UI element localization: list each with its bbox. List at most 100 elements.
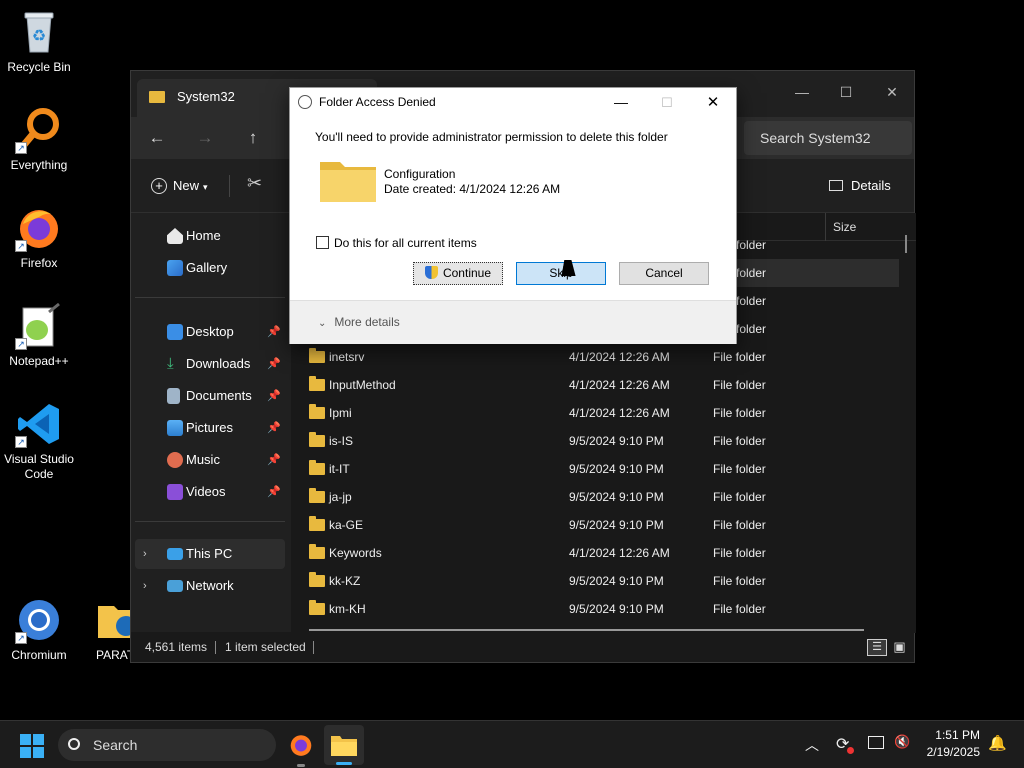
sidebar-item-desktop[interactable]: Desktop 📌 xyxy=(135,317,285,347)
apply-all-label: Do this for all current items xyxy=(334,236,477,250)
file-date: 4/1/2024 12:26 AM xyxy=(569,406,670,420)
sidebar-item-pictures[interactable]: Pictures 📌 xyxy=(135,413,285,443)
desktop-icon-label: Everything xyxy=(10,158,68,172)
sidebar-item-gallery[interactable]: Gallery xyxy=(135,253,285,283)
notification-bell-icon[interactable]: 🔔 xyxy=(988,734,1007,752)
search-input[interactable]: Search System32 xyxy=(744,121,912,155)
dialog-close-button[interactable]: ✕ xyxy=(698,88,728,117)
file-date: 4/1/2024 12:26 AM xyxy=(569,378,670,392)
gallery-icon xyxy=(167,260,183,276)
more-details-toggle[interactable]: ⌄ More details xyxy=(318,315,400,329)
sidebar-item-label: Music xyxy=(186,452,220,467)
desktop-icon-firefox[interactable]: ↗ Firefox xyxy=(0,204,78,271)
scrollbar-vertical[interactable] xyxy=(905,235,907,253)
shortcut-arrow-icon: ↗ xyxy=(15,240,27,252)
pin-icon[interactable]: 📌 xyxy=(267,381,281,411)
start-button[interactable] xyxy=(20,734,44,758)
status-bar: 4,561 items 1 item selected ☰ ▣ xyxy=(131,632,914,662)
pin-icon[interactable]: 📌 xyxy=(267,445,281,475)
clock-time[interactable]: 1:51 PM xyxy=(920,728,980,742)
table-row[interactable]: kk-KZ 9/5/2024 9:10 PM File folder xyxy=(301,567,899,595)
file-name: Keywords xyxy=(329,546,382,560)
sidebar-item-home[interactable]: Home xyxy=(135,221,285,251)
sidebar-item-downloads[interactable]: ⤓ Downloads 📌 xyxy=(135,349,285,379)
folder-access-denied-dialog: Folder Access Denied — ☐ ✕ You'll need t… xyxy=(289,87,737,344)
desktop-icon-everything[interactable]: ↗ Everything xyxy=(0,106,78,173)
file-type: File folder xyxy=(713,490,766,504)
desktop-icon-vscode[interactable]: ↗ Visual Studio Code xyxy=(0,400,78,482)
desktop-icon-label: Chromium xyxy=(11,648,67,662)
videos-icon xyxy=(167,484,183,500)
divider xyxy=(215,641,216,654)
table-row[interactable]: Keywords 4/1/2024 12:26 AM File folder xyxy=(301,539,899,567)
table-row[interactable]: is-IS 9/5/2024 9:10 PM File folder xyxy=(301,427,899,455)
file-date: 9/5/2024 9:10 PM xyxy=(569,574,664,588)
pin-icon[interactable]: 📌 xyxy=(267,413,281,443)
file-date: 4/1/2024 12:26 AM xyxy=(569,546,670,560)
clock-date[interactable]: 2/19/2025 xyxy=(920,745,980,759)
up-button[interactable]: ↑ xyxy=(239,125,267,151)
dialog-footer: ⌄ More details xyxy=(290,300,736,344)
table-row[interactable]: InputMethod 4/1/2024 12:26 AM File folder xyxy=(301,371,899,399)
table-row[interactable]: it-IT 9/5/2024 9:10 PM File folder xyxy=(301,455,899,483)
table-row[interactable]: ka-GE 9/5/2024 9:10 PM File folder xyxy=(301,511,899,539)
sidebar-item-music[interactable]: Music 📌 xyxy=(135,445,285,475)
taskbar-firefox[interactable] xyxy=(288,732,314,758)
pictures-icon xyxy=(167,420,183,436)
file-explorer-icon xyxy=(331,736,357,756)
pin-icon[interactable]: 📌 xyxy=(267,349,281,379)
dialog-maximize-button[interactable]: ☐ xyxy=(652,88,682,117)
continue-button[interactable]: Continue xyxy=(413,262,503,285)
scrollbar-horizontal[interactable] xyxy=(309,629,864,631)
taskbar-search[interactable]: Search xyxy=(58,729,276,761)
volume-muted-icon[interactable]: 🔇 xyxy=(894,734,910,750)
recycle-bin-icon: ♻ xyxy=(15,8,63,56)
details-view-button[interactable]: ☰ xyxy=(867,639,887,656)
table-row[interactable]: ja-jp 9/5/2024 9:10 PM File folder xyxy=(301,483,899,511)
large-folder-icon xyxy=(320,158,376,202)
close-button[interactable]: ✕ xyxy=(869,77,915,107)
pin-icon[interactable]: 📌 xyxy=(267,317,281,347)
sidebar-item-videos[interactable]: Videos 📌 xyxy=(135,477,285,507)
minimize-button[interactable]: — xyxy=(779,77,825,107)
table-row[interactable]: km-KH 9/5/2024 9:10 PM File folder xyxy=(301,595,899,623)
firefox-icon xyxy=(290,735,312,756)
folder-name: Configuration xyxy=(384,167,456,181)
sidebar-item-this-pc[interactable]: › This PC xyxy=(135,539,285,569)
chromium-icon: ↗ xyxy=(15,596,63,644)
sidebar-item-label: This PC xyxy=(186,546,233,561)
back-button[interactable]: ← xyxy=(143,125,171,151)
apply-all-checkbox[interactable] xyxy=(316,236,329,249)
folder-icon xyxy=(309,572,325,587)
desktop-icon-recycle-bin[interactable]: ♻ Recycle Bin xyxy=(0,8,78,75)
file-name: inetsrv xyxy=(329,350,365,364)
maximize-button[interactable]: ☐ xyxy=(823,77,869,107)
new-label: New xyxy=(173,178,200,193)
desktop-icon-notepadpp[interactable]: ↗ Notepad++ xyxy=(0,302,78,369)
file-name: Ipmi xyxy=(329,406,352,420)
taskbar-file-explorer[interactable] xyxy=(324,725,364,765)
table-row[interactable]: Ipmi 4/1/2024 12:26 AM File folder xyxy=(301,399,899,427)
details-pane-button[interactable]: Details xyxy=(829,175,891,197)
sidebar-item-network[interactable]: › Network xyxy=(135,571,285,601)
sidebar-item-label: Downloads xyxy=(186,356,251,371)
desktop-icon-chromium[interactable]: ↗ Chromium xyxy=(0,596,78,663)
folder-icon xyxy=(309,376,325,391)
table-row[interactable]: inetsrv 4/1/2024 12:26 AM File folder xyxy=(301,343,899,371)
dialog-minimize-button[interactable]: — xyxy=(606,88,636,117)
pin-icon[interactable]: 📌 xyxy=(267,477,281,507)
forward-button[interactable]: → xyxy=(191,125,219,151)
sidebar-item-documents[interactable]: Documents 📌 xyxy=(135,381,285,411)
sidebar-item-label: Gallery xyxy=(186,260,228,275)
new-button[interactable]: + New ▾ xyxy=(151,175,208,198)
tray-overflow-icon[interactable]: ︿ xyxy=(805,735,819,755)
shortcut-arrow-icon: ↗ xyxy=(15,142,27,154)
cut-icon[interactable]: ✂ xyxy=(247,173,262,194)
tiles-view-button[interactable]: ▣ xyxy=(891,639,908,656)
desktop-icon-parat[interactable]: PARAT xyxy=(78,596,138,663)
svg-text:♻: ♻ xyxy=(32,28,46,45)
uac-shield-icon xyxy=(424,266,438,279)
computer-icon xyxy=(167,548,183,560)
network-icon[interactable] xyxy=(868,736,884,749)
cancel-button[interactable]: Cancel xyxy=(619,262,709,285)
